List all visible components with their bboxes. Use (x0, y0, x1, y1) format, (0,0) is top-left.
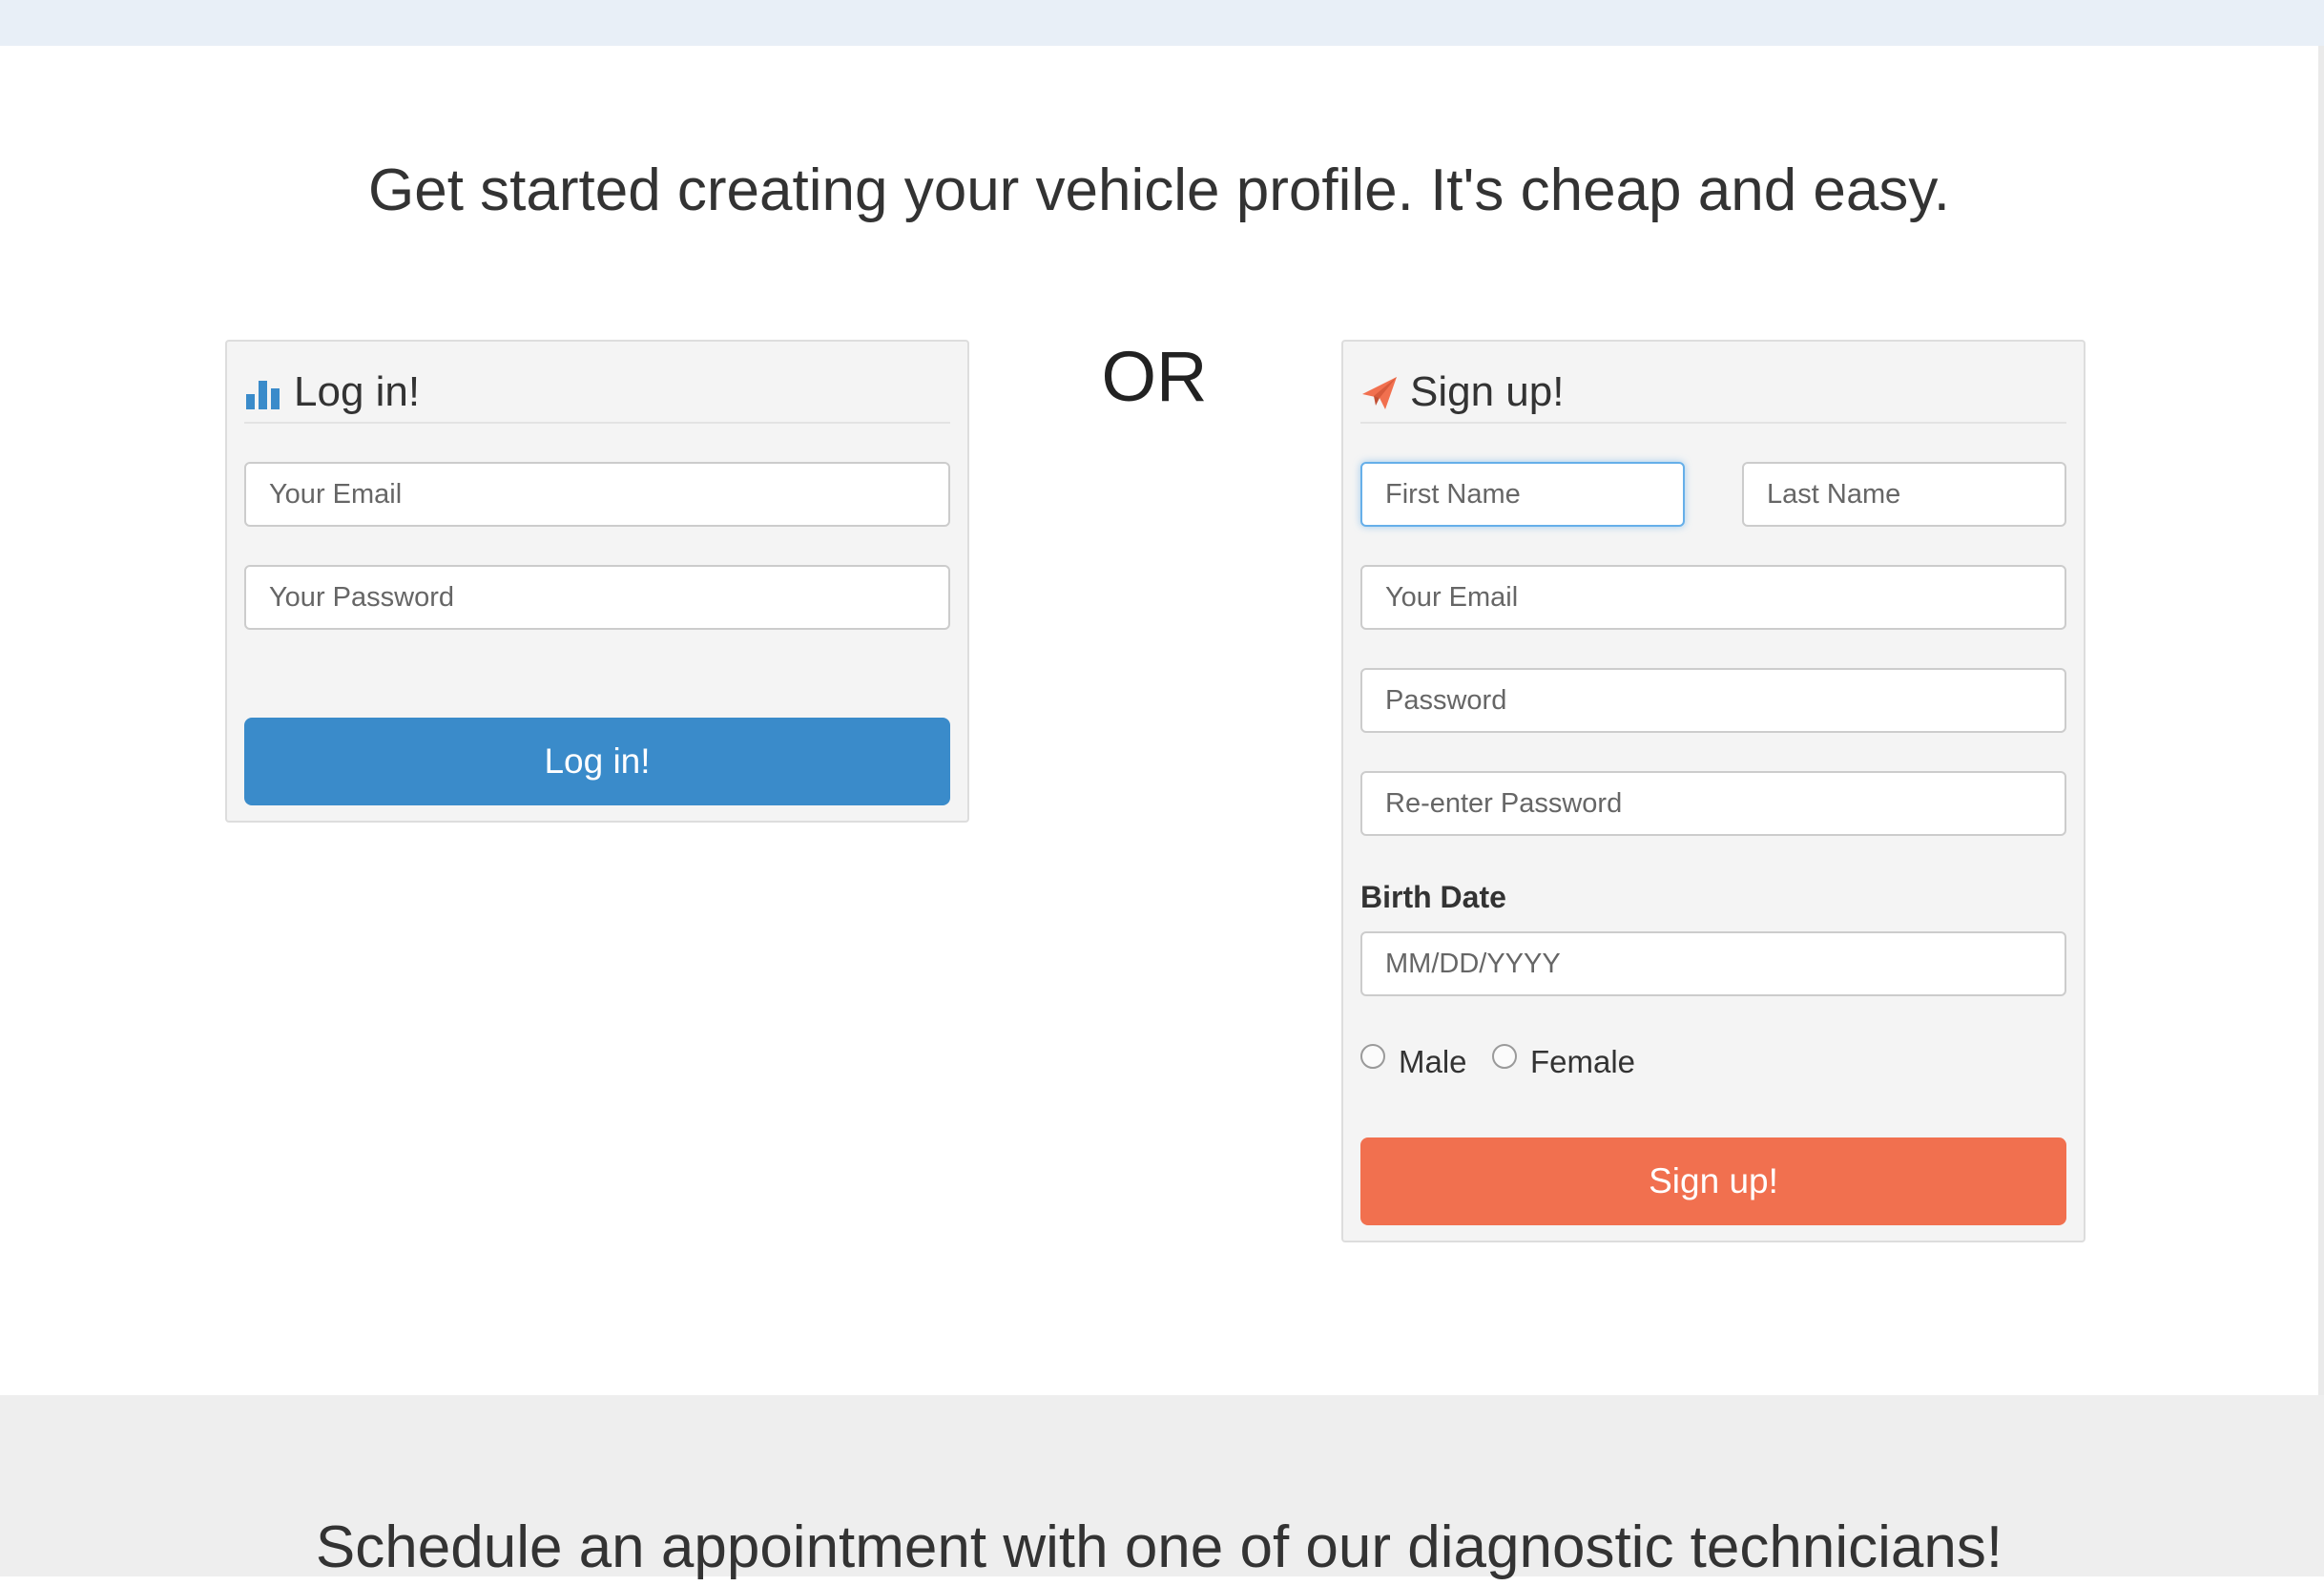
last-name-input[interactable] (1742, 462, 2066, 527)
login-title: Log in! (294, 368, 421, 415)
signup-title: Sign up! (1410, 368, 1565, 415)
login-button[interactable]: Log in! (244, 718, 950, 805)
appointment-headline: Schedule an appointment with one of our … (315, 1514, 2003, 1580)
page-headline: Get started creating your vehicle profil… (367, 157, 1950, 223)
first-name-input[interactable] (1360, 462, 1685, 527)
login-panel-header: Log in! (244, 363, 950, 424)
paper-plane-icon (1360, 373, 1399, 411)
gender-option-male[interactable]: Male (1360, 1044, 1467, 1080)
signup-panel-header: Sign up! (1360, 363, 2066, 424)
signup-button[interactable]: Sign up! (1360, 1137, 2066, 1225)
female-label: Female (1530, 1044, 1636, 1079)
birth-date-input[interactable] (1360, 931, 2066, 996)
female-radio[interactable] (1492, 1044, 1517, 1069)
top-bar (0, 0, 2324, 46)
signup-password-input[interactable] (1360, 668, 2066, 733)
signup-email-input[interactable] (1360, 565, 2066, 630)
bar-chart-icon (244, 373, 282, 411)
reenter-password-input[interactable] (1360, 771, 2066, 836)
login-panel: Log in! Log in! (225, 340, 969, 823)
scrollbar-track[interactable] (2318, 46, 2324, 1395)
or-divider: OR (1101, 337, 1208, 416)
male-label: Male (1399, 1044, 1467, 1079)
login-email-input[interactable] (244, 462, 950, 527)
gender-option-female[interactable]: Female (1492, 1044, 1635, 1080)
birth-date-label: Birth Date (1360, 880, 1506, 914)
male-radio[interactable] (1360, 1044, 1385, 1069)
signup-panel: Sign up! Birth Date Male Female Sign up! (1341, 340, 2085, 1242)
login-password-input[interactable] (244, 565, 950, 630)
